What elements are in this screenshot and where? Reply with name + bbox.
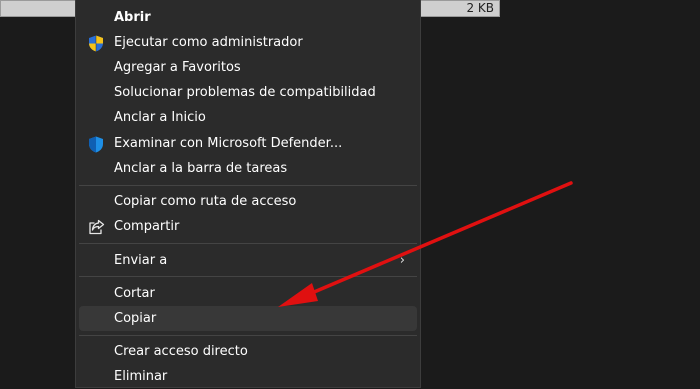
menu-item-anclar-barra-tareas[interactable]: Anclar a la barra de tareas [79, 156, 417, 181]
menu-item-ejecutar-como-administrador[interactable]: Ejecutar como administrador [79, 30, 417, 55]
menu-item-label: Solucionar problemas de compatibilidad [114, 85, 376, 100]
menu-item-label: Examinar con Microsoft Defender... [114, 136, 343, 151]
share-icon [87, 218, 105, 236]
uac-shield-icon [87, 34, 105, 52]
context-menu: Abrir Ejecutar como administrador Agrega… [75, 0, 421, 388]
menu-item-anclar-a-inicio[interactable]: Anclar a Inicio [79, 105, 417, 130]
menu-item-solucionar-problemas[interactable]: Solucionar problemas de compatibilidad [79, 80, 417, 105]
menu-item-label: Agregar a Favoritos [114, 60, 241, 75]
menu-item-label: Copiar [114, 311, 157, 326]
menu-item-agregar-a-favoritos[interactable]: Agregar a Favoritos [79, 55, 417, 80]
menu-divider [79, 185, 417, 186]
menu-item-cortar[interactable]: Cortar [79, 281, 417, 306]
menu-item-compartir[interactable]: Compartir [79, 214, 417, 239]
menu-item-abrir[interactable]: Abrir [79, 5, 417, 30]
menu-item-crear-acceso-directo[interactable]: Crear acceso directo [79, 339, 417, 364]
menu-item-label: Enviar a [114, 253, 168, 268]
file-size: 2 KB [466, 1, 494, 15]
defender-shield-icon [87, 135, 105, 153]
menu-item-label: Copiar como ruta de acceso [114, 194, 297, 209]
menu-item-label: Abrir [114, 10, 151, 25]
menu-item-examinar-defender[interactable]: Examinar con Microsoft Defender... [79, 131, 417, 156]
menu-item-copiar-ruta[interactable]: Copiar como ruta de acceso [79, 189, 417, 214]
menu-item-label: Anclar a Inicio [114, 110, 206, 125]
menu-item-label: Anclar a la barra de tareas [114, 161, 288, 176]
menu-item-label: Ejecutar como administrador [114, 35, 303, 50]
chevron-right-icon: › [399, 253, 405, 268]
menu-item-label: Eliminar [114, 369, 168, 384]
menu-item-enviar-a[interactable]: Enviar a › [79, 248, 417, 273]
menu-divider [79, 276, 417, 277]
menu-item-label: Cortar [114, 286, 155, 301]
menu-item-label: Crear acceso directo [114, 344, 248, 359]
menu-divider [79, 335, 417, 336]
menu-item-eliminar[interactable]: Eliminar [79, 364, 417, 389]
menu-item-copiar[interactable]: Copiar [79, 306, 417, 331]
menu-divider [79, 243, 417, 244]
menu-item-label: Compartir [114, 219, 180, 234]
